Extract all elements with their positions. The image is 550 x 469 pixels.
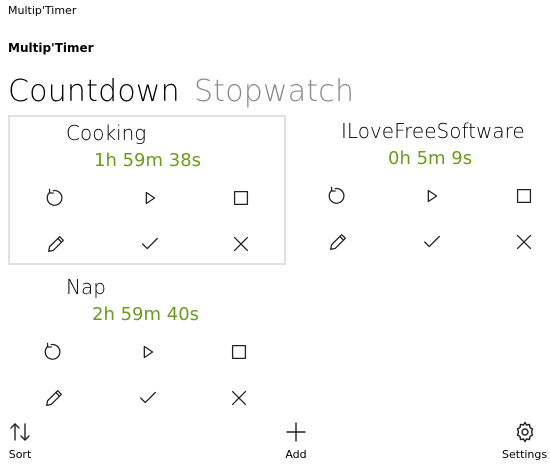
tab-countdown[interactable]: Countdown <box>8 74 180 109</box>
settings-button[interactable]: Settings <box>502 420 547 461</box>
done-button[interactable] <box>133 227 167 261</box>
settings-label: Settings <box>502 448 548 461</box>
add-icon <box>286 422 306 442</box>
play-icon <box>143 345 154 359</box>
tab-stopwatch[interactable]: Stopwatch <box>194 74 354 109</box>
reset-button[interactable] <box>39 181 73 215</box>
edit-button[interactable] <box>321 225 355 259</box>
delete-icon <box>231 390 247 406</box>
add-label: Add <box>285 448 307 461</box>
edit-button[interactable] <box>39 227 73 261</box>
stop-button[interactable] <box>507 179 541 213</box>
sort-label: Sort <box>8 448 32 461</box>
delete-icon <box>233 236 249 252</box>
add-button[interactable]: Add <box>284 420 308 461</box>
edit-button[interactable] <box>37 381 71 415</box>
app-title: Multip'Timer <box>8 41 94 55</box>
play-icon <box>145 191 156 205</box>
reset-button[interactable] <box>37 335 71 369</box>
stop-button[interactable] <box>222 335 256 369</box>
edit-icon <box>46 390 62 406</box>
timer-card-ilovefreesoftware[interactable]: ILoveFreeSoftware 0h 5m 9s <box>291 115 550 265</box>
check-icon <box>424 235 440 248</box>
timer-time: 2h 59m 40s <box>92 304 200 325</box>
play-button[interactable] <box>131 335 165 369</box>
delete-button[interactable] <box>222 381 256 415</box>
delete-button[interactable] <box>224 227 258 261</box>
done-button[interactable] <box>415 225 449 259</box>
stop-button[interactable] <box>224 181 258 215</box>
delete-icon <box>516 234 532 250</box>
reset-button[interactable] <box>321 179 355 213</box>
reset-icon <box>44 342 61 360</box>
stop-icon <box>516 188 532 204</box>
timer-time: 0h 5m 9s <box>388 148 473 169</box>
timer-card-cooking[interactable]: Cooking 1h 59m 38s <box>8 115 286 265</box>
play-button[interactable] <box>133 181 167 215</box>
timer-card-nap[interactable]: Nap 2h 59m 40s <box>8 271 286 421</box>
sort-icon <box>10 423 30 441</box>
timer-time: 1h 59m 38s <box>94 150 202 171</box>
gear-icon <box>516 421 533 443</box>
done-button[interactable] <box>131 381 165 415</box>
check-icon <box>142 237 158 250</box>
play-icon <box>427 189 438 203</box>
play-button[interactable] <box>415 179 449 213</box>
edit-icon <box>48 236 64 252</box>
timer-name: Nap <box>66 275 106 299</box>
reset-icon <box>46 188 63 206</box>
window-title: Multip'Timer <box>8 4 77 17</box>
edit-icon <box>330 234 346 250</box>
check-icon <box>140 391 156 404</box>
sort-button[interactable]: Sort <box>8 420 32 461</box>
delete-button[interactable] <box>507 225 541 259</box>
reset-icon <box>328 186 345 204</box>
stop-icon <box>231 344 247 360</box>
stop-icon <box>233 190 249 206</box>
timer-name: Cooking <box>66 121 147 145</box>
timer-name: ILoveFreeSoftware <box>341 119 525 143</box>
